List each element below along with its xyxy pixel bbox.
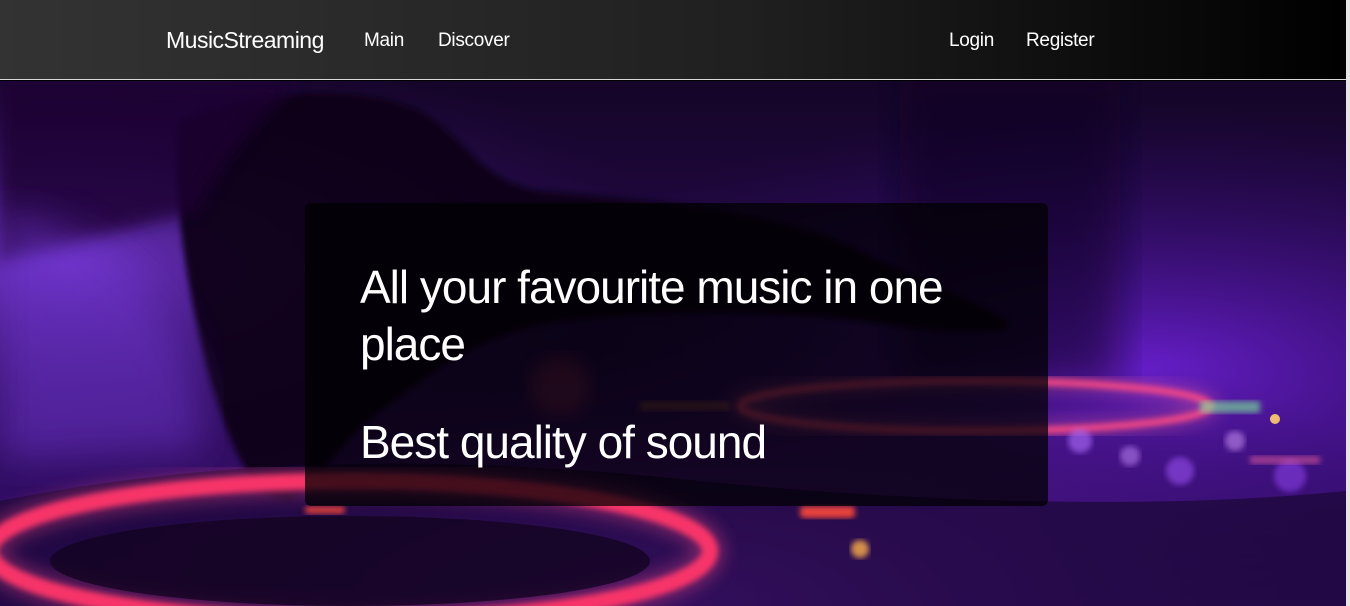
hero-subtitle: Best quality of sound — [360, 416, 767, 468]
nav-link-discover[interactable]: Discover — [438, 29, 510, 53]
nav-link-login[interactable]: Login — [949, 29, 994, 53]
brand-link[interactable]: MusicStreaming — [166, 28, 324, 52]
navbar: MusicStreaming Main Discover Login Regis… — [0, 0, 1346, 80]
scrollbar[interactable] — [1346, 0, 1350, 606]
nav-link-main[interactable]: Main — [364, 29, 404, 53]
hero-section: All your favourite music in one place Be… — [0, 81, 1346, 606]
hero-card: All your favourite music in one place Be… — [305, 203, 1048, 506]
nav-link-register[interactable]: Register — [1026, 29, 1095, 53]
page: MusicStreaming Main Discover Login Regis… — [0, 0, 1350, 606]
hero-title: All your favourite music in one place — [360, 261, 944, 370]
